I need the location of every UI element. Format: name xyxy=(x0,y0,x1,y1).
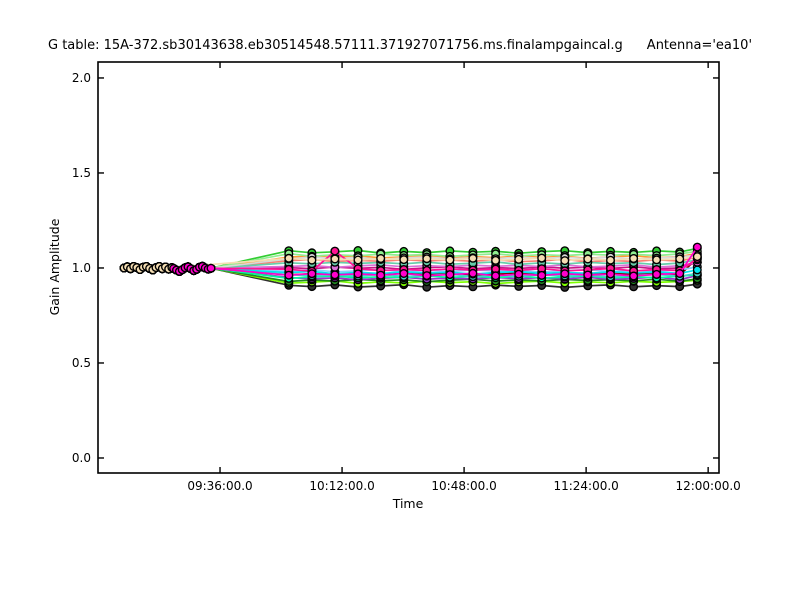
x-tick-label: 11:24:00.0 xyxy=(553,479,618,493)
marker xyxy=(538,272,546,280)
marker xyxy=(400,270,408,278)
marker xyxy=(285,254,293,262)
marker xyxy=(446,271,454,279)
marker xyxy=(538,254,546,262)
marker xyxy=(492,257,500,265)
series-layer xyxy=(120,243,701,291)
marker xyxy=(584,255,592,263)
x-tick-label: 10:12:00.0 xyxy=(309,479,374,493)
marker xyxy=(400,256,408,264)
marker xyxy=(607,256,615,264)
y-axis-label: Gain Amplitude xyxy=(47,218,62,315)
antenna-label: Antenna='ea10' xyxy=(647,38,752,53)
marker xyxy=(207,264,215,272)
marker xyxy=(561,270,569,278)
plot-title: G table: 15A-372.sb30143638.eb30514548.5… xyxy=(0,38,800,53)
x-axis-label: Time xyxy=(392,496,424,511)
marker xyxy=(285,271,293,279)
marker xyxy=(331,255,339,263)
marker xyxy=(653,271,661,279)
marker xyxy=(469,270,477,278)
marker xyxy=(515,270,523,278)
y-tick-label: 1.0 xyxy=(72,261,91,275)
marker xyxy=(446,256,454,264)
y-tick-label: 1.5 xyxy=(72,166,91,180)
y-tick-label: 0.5 xyxy=(72,356,91,370)
marker xyxy=(354,270,362,278)
marker xyxy=(423,272,431,280)
x-tick-label: 09:36:00.0 xyxy=(187,479,252,493)
marker xyxy=(694,253,702,261)
marker xyxy=(630,272,638,280)
y-tick-label: 0.0 xyxy=(72,451,91,465)
marker xyxy=(469,254,477,262)
marker xyxy=(607,270,615,278)
marker xyxy=(423,255,431,263)
marker xyxy=(308,270,316,278)
marker xyxy=(515,256,523,264)
marker xyxy=(308,256,316,264)
y-tick-label: 2.0 xyxy=(72,71,91,85)
marker xyxy=(331,247,339,255)
marker xyxy=(354,256,362,264)
x-tick-label: 12:00:00.0 xyxy=(675,479,740,493)
marker xyxy=(377,255,385,263)
marker xyxy=(377,271,385,279)
marker xyxy=(492,272,500,280)
marker xyxy=(630,255,638,263)
marker xyxy=(561,257,569,265)
marker xyxy=(676,255,684,263)
marker xyxy=(694,243,702,251)
plot-figure: G table: 15A-372.sb30143638.eb30514548.5… xyxy=(0,0,800,600)
plot-canvas: 09:36:00.0 10:12:00.0 10:48:00.0 11:24:00.0… xyxy=(0,0,800,600)
gtable-title-text: G table: 15A-372.sb30143638.eb30514548.5… xyxy=(48,38,623,53)
marker xyxy=(584,271,592,279)
x-tick-label: 10:48:00.0 xyxy=(431,479,496,493)
marker xyxy=(653,256,661,264)
marker xyxy=(676,270,684,278)
marker xyxy=(694,266,702,274)
marker xyxy=(331,271,339,279)
